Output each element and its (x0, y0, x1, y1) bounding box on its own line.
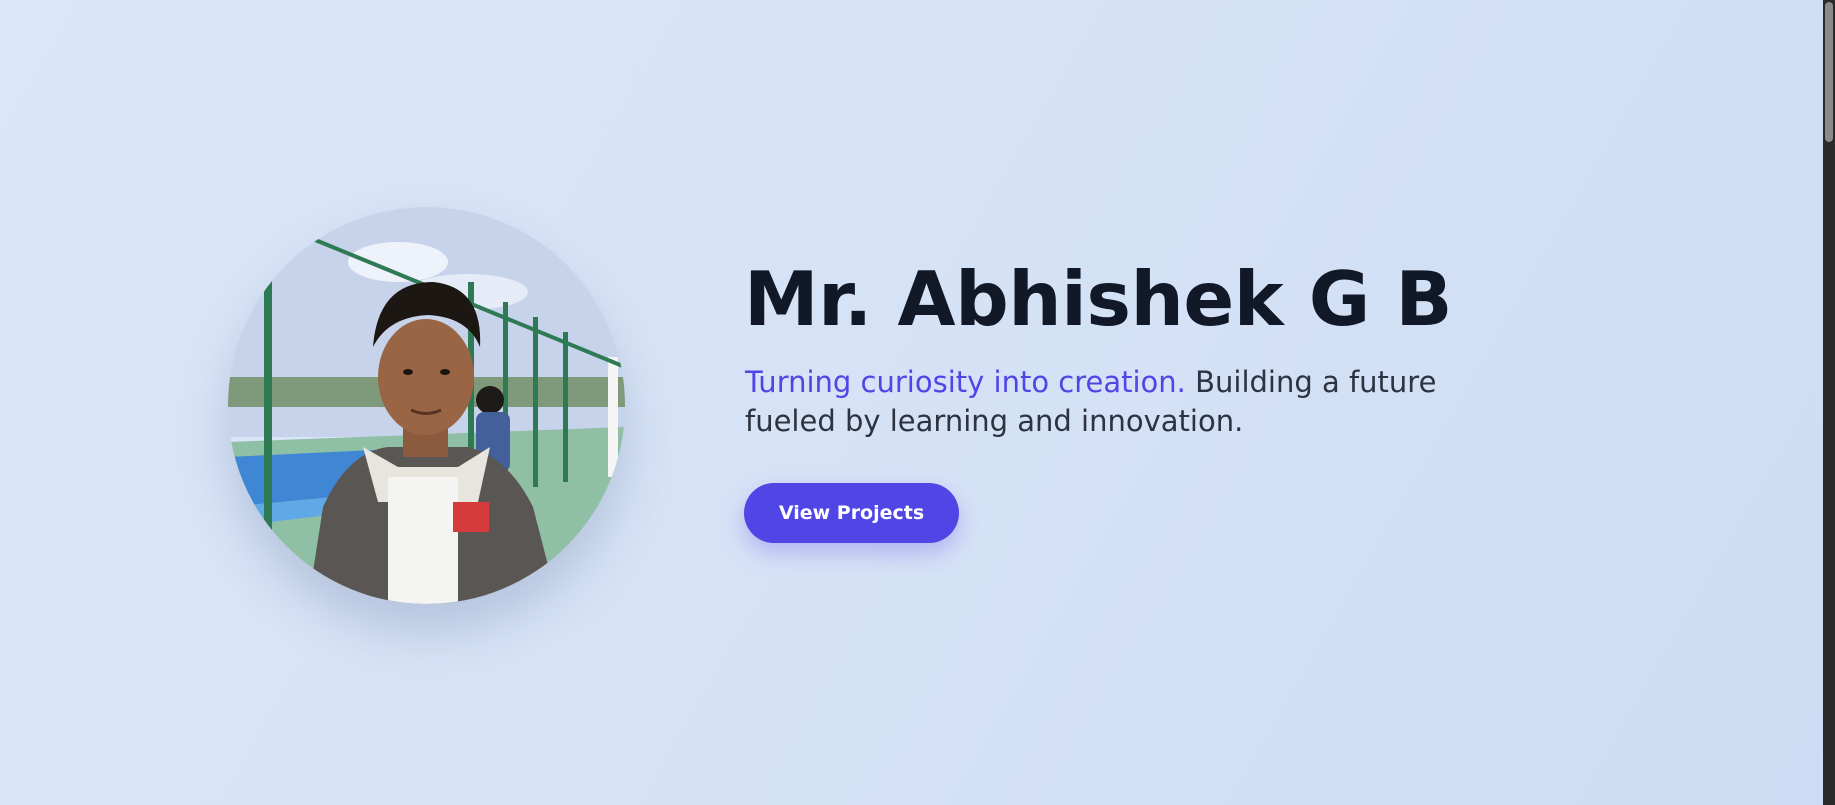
page-scrollbar[interactable] (1823, 0, 1835, 805)
hero-tagline: Turning curiosity into creation. Buildin… (745, 363, 1485, 441)
scrollbar-thumb[interactable] (1825, 2, 1833, 142)
hero-section: Mr. Abhishek G B Turning curiosity into … (0, 0, 1823, 805)
profile-photo (228, 207, 625, 604)
tagline-accent: Turning curiosity into creation. (745, 365, 1186, 399)
hero-name: Mr. Abhishek G B (744, 255, 1453, 343)
view-projects-button[interactable]: View Projects (744, 483, 959, 543)
